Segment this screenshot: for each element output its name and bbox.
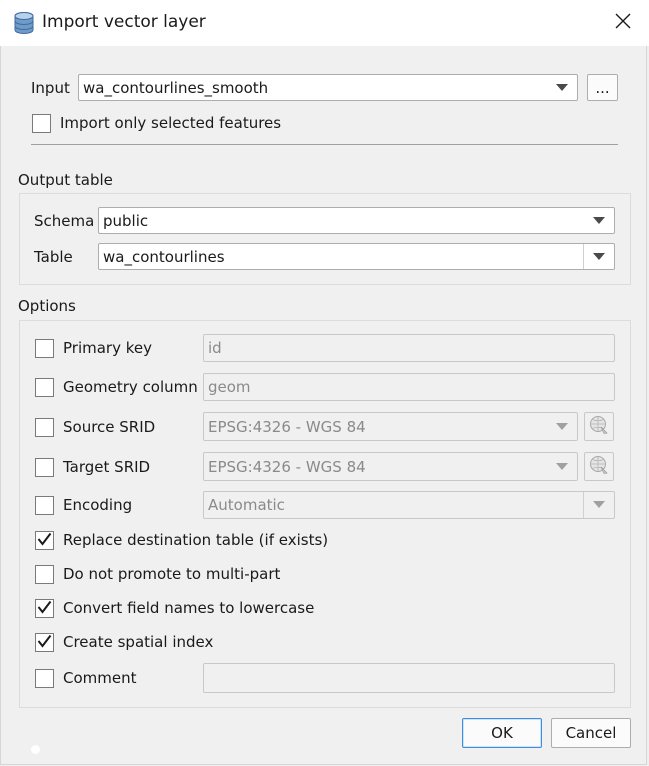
geometry-column-input[interactable]: geom [203, 373, 615, 401]
lowercase-checkbox[interactable] [35, 599, 54, 618]
input-label: Input [31, 79, 70, 97]
chevron-down-icon [547, 413, 577, 440]
source-srid-checkbox[interactable] [35, 418, 54, 437]
chevron-down-icon [583, 244, 614, 269]
input-layer-value: wa_contourlines_smooth [83, 78, 269, 97]
table-combo[interactable]: wa_contourlines [98, 243, 615, 270]
close-button[interactable] [604, 5, 642, 41]
primary-key-input[interactable]: id [203, 334, 615, 362]
source-srid-value: EPSG:4326 - WGS 84 [208, 417, 366, 436]
schema-value: public [103, 211, 149, 230]
chevron-down-icon [583, 492, 614, 518]
table-label: Table [34, 248, 73, 266]
chevron-down-icon [547, 453, 577, 480]
checkmark-icon [37, 634, 52, 652]
source-srid-label: Source SRID [63, 418, 156, 436]
source-srid-select-button[interactable] [584, 412, 614, 441]
encoding-label: Encoding [63, 496, 133, 514]
globe-icon [589, 415, 609, 439]
no-multipart-checkbox[interactable] [35, 565, 54, 584]
primary-key-checkbox[interactable] [35, 339, 54, 358]
database-icon [13, 11, 35, 35]
checkmark-icon [37, 532, 52, 550]
globe-icon [589, 455, 609, 479]
checkmark-icon [37, 600, 52, 618]
geometry-column-checkbox[interactable] [35, 378, 54, 397]
divider [31, 144, 618, 145]
target-srid-select-button[interactable] [584, 452, 614, 481]
primary-key-label: Primary key [63, 339, 152, 357]
resize-grip [31, 745, 40, 754]
output-table-group-label: Output table [18, 171, 113, 189]
table-value: wa_contourlines [103, 247, 225, 266]
schema-combo[interactable]: public [98, 207, 615, 234]
chevron-down-icon [584, 208, 614, 233]
cancel-button[interactable]: Cancel [551, 718, 631, 748]
target-srid-label: Target SRID [63, 458, 151, 476]
close-icon [614, 12, 632, 34]
encoding-value: Automatic [208, 496, 285, 514]
ok-button[interactable]: OK [462, 718, 542, 748]
spatial-index-checkbox[interactable] [35, 633, 54, 652]
target-srid-combo[interactable]: EPSG:4326 - WGS 84 [203, 452, 578, 481]
comment-input[interactable] [203, 663, 615, 693]
source-srid-combo[interactable]: EPSG:4326 - WGS 84 [203, 412, 578, 441]
geometry-column-label: Geometry column [63, 378, 198, 396]
replace-table-checkbox[interactable] [35, 531, 54, 550]
encoding-checkbox[interactable] [35, 496, 54, 515]
only-selected-checkbox[interactable] [32, 114, 51, 133]
chevron-down-icon [547, 75, 577, 100]
target-srid-value: EPSG:4326 - WGS 84 [208, 457, 366, 476]
browse-button[interactable]: ... [587, 74, 618, 101]
input-layer-combo[interactable]: wa_contourlines_smooth [78, 74, 578, 101]
target-srid-checkbox[interactable] [35, 458, 54, 477]
replace-table-label: Replace destination table (if exists) [63, 531, 329, 549]
options-group-label: Options [18, 297, 76, 315]
window-title: Import vector layer [42, 12, 206, 32]
spatial-index-label: Create spatial index [63, 633, 214, 651]
only-selected-label: Import only selected features [60, 114, 282, 132]
schema-label: Schema [34, 212, 95, 230]
comment-label: Comment [63, 669, 137, 687]
encoding-combo[interactable]: Automatic [203, 491, 615, 519]
comment-checkbox[interactable] [35, 669, 54, 688]
no-multipart-label: Do not promote to multi-part [63, 565, 281, 583]
lowercase-label: Convert field names to lowercase [63, 599, 315, 617]
